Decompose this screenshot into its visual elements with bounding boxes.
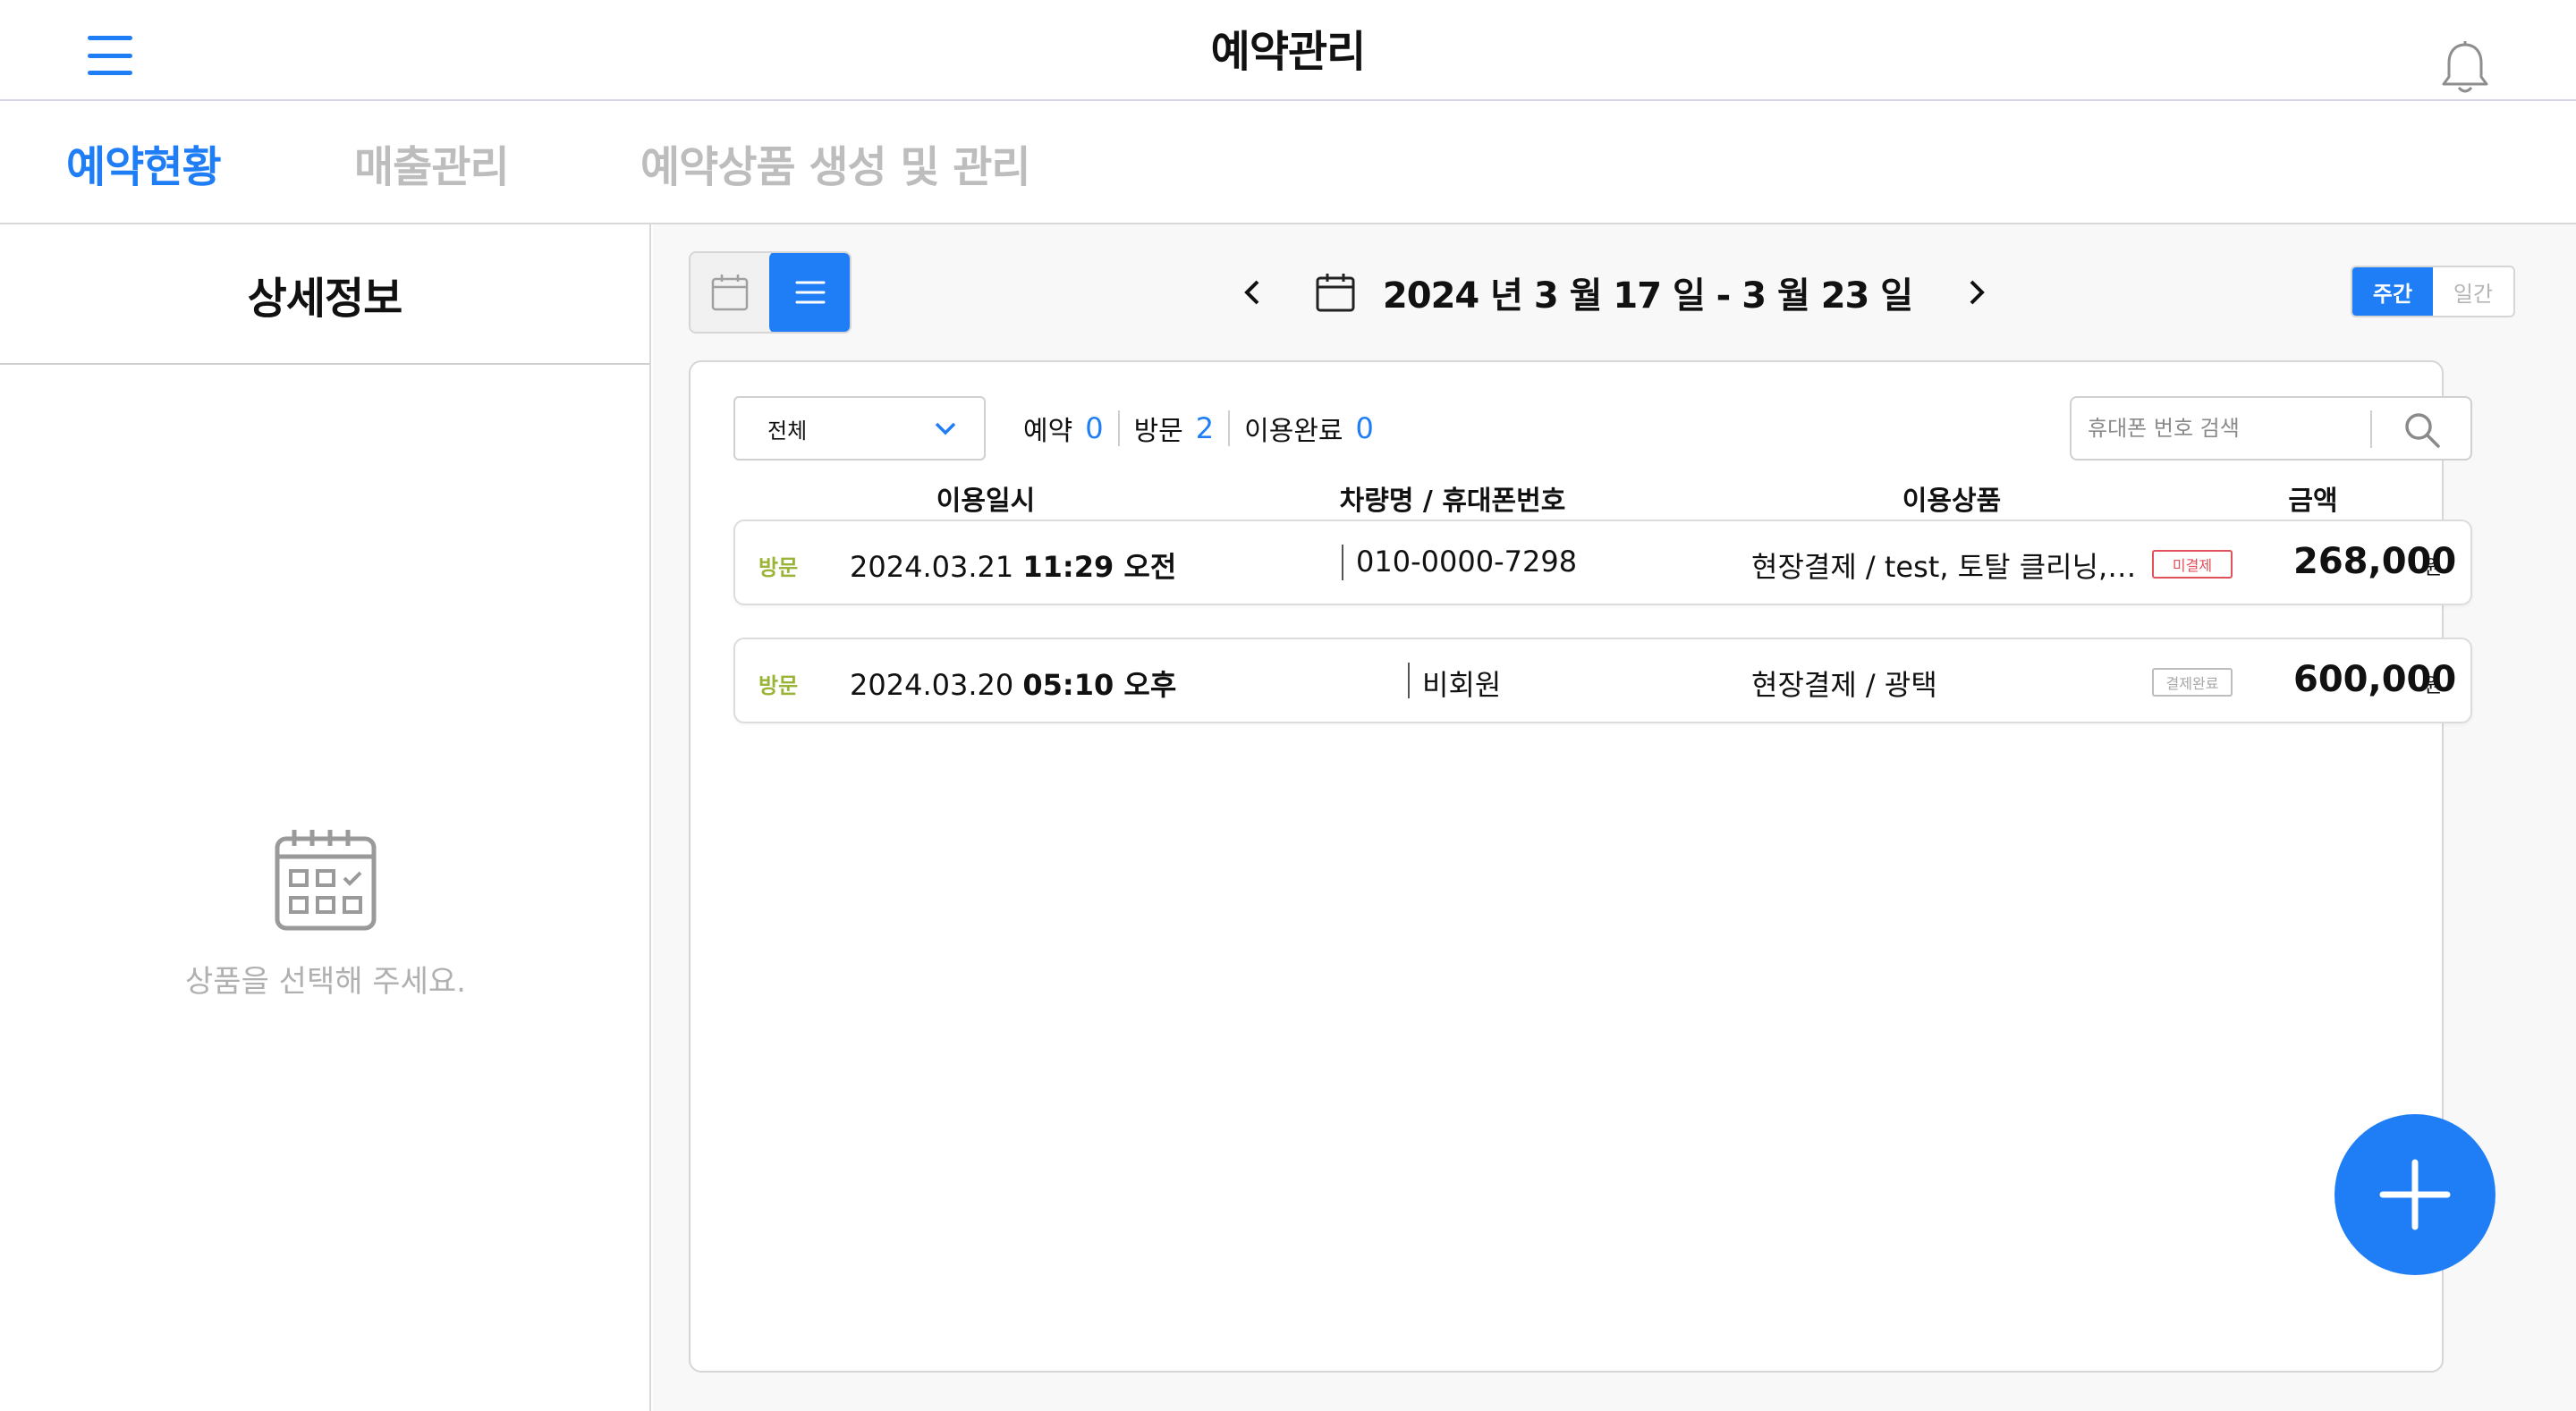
search-icon[interactable] (2402, 410, 2442, 450)
count-value: 0 (1355, 411, 1374, 445)
calendar-icon[interactable] (1315, 272, 1356, 313)
chevron-right-icon[interactable] (1959, 275, 1995, 310)
payment-status-badge: 미결제 (2152, 550, 2233, 579)
count-completed[interactable]: 이용완료 0 (1244, 409, 1374, 448)
reservation-list-card: 전체 예약 0 방문 2 이용완료 0 휴대폰 번호 검색 이용일시 차량명 /… (689, 360, 2472, 1373)
payment-status-badge: 결제완료 (2152, 668, 2233, 697)
table-row[interactable]: 방문 2024.03.21 11:29 오전 010-0000-7298 현장결… (733, 520, 2472, 605)
count-label: 예약 (1023, 416, 1073, 447)
tab-product-management[interactable]: 예약상품 생성 및 관리 (640, 131, 1031, 194)
calendar-check-icon (273, 828, 378, 934)
bell-icon[interactable] (2438, 39, 2492, 98)
weekly-button[interactable]: 주간 (2352, 267, 2433, 316)
date-navigator: 2024 년 3 월 17 일 - 3 월 23 일 (653, 267, 2576, 317)
row-product: 현장결제 / 광택 (1751, 668, 1937, 702)
row-phone: 비회원 (1422, 668, 1502, 702)
reservation-main: 2024 년 3 월 17 일 - 3 월 23 일 주간 일간 전체 예약 0 (653, 224, 2576, 1411)
column-header-product: 이용상품 (1902, 486, 2002, 517)
divider (1228, 410, 1231, 446)
empty-state: 상품을 선택해 주세요. (0, 828, 651, 1001)
tab-bar: 예약현황 매출관리 예약상품 생성 및 관리 (0, 101, 2576, 224)
status-filter-select[interactable]: 전체 (733, 396, 986, 460)
divider (1117, 410, 1120, 446)
top-bar: 예약관리 (0, 0, 2576, 101)
date-range-label[interactable]: 2024 년 3 월 17 일 - 3 월 23 일 (1383, 266, 1913, 318)
phone-search-input[interactable] (2088, 410, 2365, 446)
row-datetime: 2024.03.21 11:29 오전 (850, 550, 1177, 584)
add-reservation-button[interactable] (2334, 1114, 2496, 1275)
count-value: 2 (1195, 411, 1215, 445)
daily-button[interactable]: 일간 (2433, 267, 2513, 316)
table-row[interactable]: 방문 2024.03.20 05:10 오후 비회원 현장결제 / 광택 결제완… (733, 638, 2472, 723)
status-filter-value: 전체 (767, 418, 808, 444)
row-phone: 010-0000-7298 (1356, 545, 1578, 579)
count-label: 이용완료 (1244, 416, 1343, 447)
count-visited[interactable]: 방문 2 (1134, 409, 1215, 448)
column-header-amount: 금액 (2288, 486, 2338, 517)
tab-reservation-status[interactable]: 예약현황 (66, 131, 222, 194)
detail-panel: 상세정보 상품을 선택해 주세요. (0, 224, 651, 1411)
divider (1408, 663, 1410, 698)
divider (2370, 410, 2372, 448)
row-status: 방문 (758, 555, 799, 580)
row-status: 방문 (758, 673, 799, 698)
plus-icon (2379, 1159, 2451, 1230)
chevron-down-icon (934, 418, 957, 443)
chevron-left-icon[interactable] (1234, 275, 1270, 310)
status-counts: 예약 0 방문 2 이용완료 0 (1023, 409, 1374, 448)
row-product: 현장결제 / test, 토탈 클리닝, 디테일링 (1751, 550, 2145, 584)
row-amount-unit: 원 (2424, 675, 2443, 697)
count-reserved[interactable]: 예약 0 (1023, 409, 1104, 448)
page-title: 예약관리 (1210, 27, 1367, 77)
row-amount-unit: 원 (2424, 557, 2443, 579)
count-value: 0 (1085, 411, 1104, 445)
row-datetime: 2024.03.20 05:10 오후 (850, 668, 1177, 702)
count-label: 방문 (1133, 416, 1183, 447)
detail-panel-title: 상세정보 (0, 224, 649, 365)
empty-state-text: 상품을 선택해 주세요. (185, 964, 466, 1000)
column-header-vehicle-phone: 차량명 / 휴대폰번호 (1339, 486, 1566, 517)
divider (1342, 545, 1343, 580)
period-toggle: 주간 일간 (2351, 266, 2515, 317)
phone-search (2070, 396, 2472, 460)
app-window: 예약관리 예약현황 매출관리 예약상품 생성 및 관리 상세정보 상품을 선택해… (0, 0, 2576, 1411)
tab-sales-management[interactable]: 매출관리 (354, 131, 510, 194)
column-header-datetime: 이용일시 (936, 486, 1036, 517)
